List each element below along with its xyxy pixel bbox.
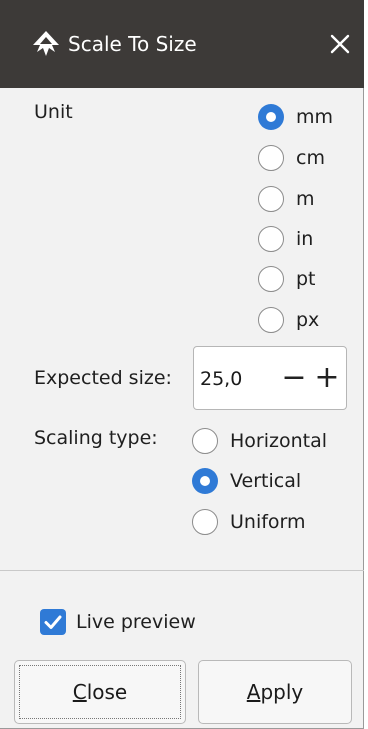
- apply-label-rest: pply: [260, 680, 304, 704]
- close-mnemonic: C: [72, 680, 87, 704]
- increment-button[interactable]: +: [313, 363, 341, 395]
- radio-button[interactable]: [258, 266, 284, 292]
- close-label-rest: lose: [86, 680, 128, 704]
- inkscape-logo-icon: [33, 31, 59, 56]
- live-preview-checkbox[interactable]: [40, 609, 66, 635]
- apply-mnemonic: A: [246, 680, 261, 704]
- close-icon[interactable]: [326, 30, 354, 58]
- expected-size-spinbox: − +: [193, 346, 347, 410]
- unit-option-label: px: [296, 309, 320, 331]
- dialog-title: Scale To Size: [68, 32, 197, 56]
- scaling-option-label: Uniform: [230, 511, 306, 533]
- live-preview-label: Live preview: [76, 611, 196, 633]
- close-button[interactable]: Close: [14, 660, 186, 724]
- unit-option-label: pt: [296, 268, 316, 290]
- expected-size-label: Expected size:: [34, 367, 172, 389]
- radio-button-checked[interactable]: [258, 104, 284, 130]
- radio-button[interactable]: [258, 145, 284, 171]
- expected-size-input[interactable]: [200, 367, 276, 391]
- checkmark-icon: [44, 615, 62, 629]
- scaling-option-label: Vertical: [230, 470, 302, 492]
- unit-option-label: cm: [296, 147, 325, 169]
- close-button-label: Close: [73, 680, 128, 704]
- unit-option-label: in: [296, 228, 314, 250]
- unit-option-label: m: [296, 188, 315, 210]
- radio-button[interactable]: [192, 509, 218, 535]
- radio-button[interactable]: [258, 186, 284, 212]
- radio-button[interactable]: [258, 226, 284, 252]
- apply-button[interactable]: Apply: [198, 660, 352, 724]
- scaling-type-label: Scaling type:: [34, 427, 158, 449]
- scaling-option-label: Horizontal: [230, 430, 328, 452]
- radio-button[interactable]: [192, 428, 218, 454]
- radio-button[interactable]: [258, 307, 284, 333]
- unit-label: Unit: [34, 101, 73, 123]
- scale-to-size-dialog: Scale To Size Unit mm cm m in pt px Expe…: [0, 0, 364, 729]
- apply-button-label: Apply: [247, 680, 303, 704]
- radio-button-checked[interactable]: [192, 468, 218, 494]
- unit-option-label: mm: [296, 106, 334, 128]
- separator: [0, 570, 364, 571]
- decrement-button[interactable]: −: [280, 363, 308, 395]
- title-bar: Scale To Size: [0, 0, 364, 88]
